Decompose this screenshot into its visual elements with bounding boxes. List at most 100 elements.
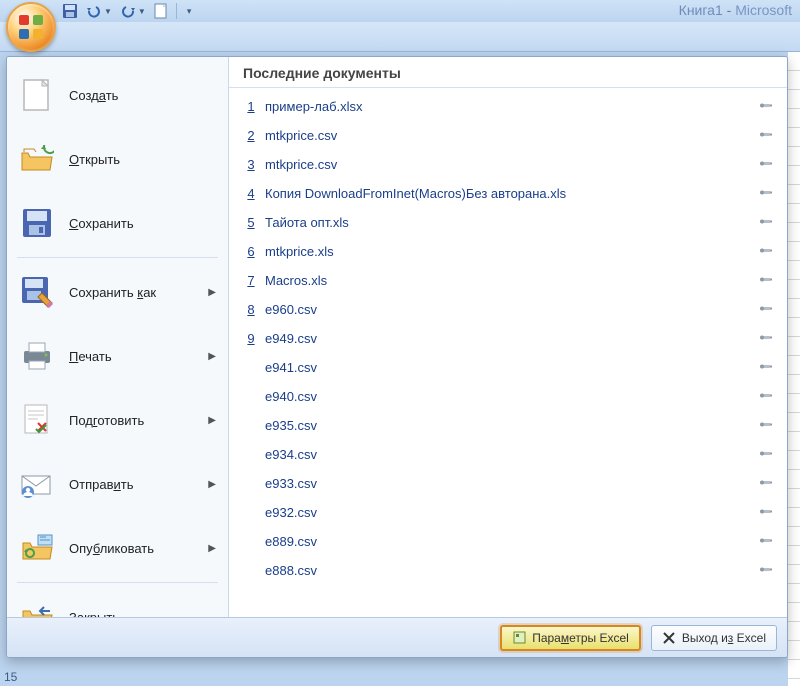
window-title: Книга1 - Microsoft: [679, 2, 792, 18]
pin-icon: [759, 475, 773, 492]
menu-item-print[interactable]: Печать▶: [11, 324, 224, 388]
recent-document-item[interactable]: e933.csv: [239, 469, 779, 498]
recent-document-name: e888.csv: [265, 563, 757, 578]
recent-document-item[interactable]: 1пример-лаб.xlsx: [239, 92, 779, 121]
exit-excel-button[interactable]: Выход из Excel: [651, 625, 777, 651]
recent-document-item[interactable]: 5 Тайота опт.xls: [239, 208, 779, 237]
menu-item-save[interactable]: Сохранить: [11, 191, 224, 255]
pin-button[interactable]: [757, 127, 775, 145]
pin-icon: [759, 156, 773, 173]
recent-document-index: 5: [243, 215, 259, 230]
pin-icon: [759, 417, 773, 434]
recent-document-item[interactable]: e932.csv: [239, 498, 779, 527]
recent-document-item[interactable]: e934.csv: [239, 440, 779, 469]
recent-document-name: e932.csv: [265, 505, 757, 520]
pin-button[interactable]: [757, 185, 775, 203]
recent-document-name: e935.csv: [265, 418, 757, 433]
saveas-icon: [19, 274, 55, 310]
submenu-arrow-icon: ▶: [208, 415, 216, 426]
recent-document-name: e933.csv: [265, 476, 757, 491]
recent-document-item[interactable]: e940.csv: [239, 382, 779, 411]
recent-document-item[interactable]: e941.csv: [239, 353, 779, 382]
qat-save-button[interactable]: [62, 2, 78, 20]
qat-separator: [176, 3, 177, 19]
recent-document-name: e949.csv: [265, 331, 757, 346]
pin-button[interactable]: [757, 446, 775, 464]
redo-icon: [120, 4, 136, 18]
recent-document-item[interactable]: 9e949.csv: [239, 324, 779, 353]
row-number-label: 15: [4, 670, 17, 684]
app-name: Microsoft: [735, 2, 792, 18]
recent-document-item[interactable]: 4 Копия DownloadFromInet(Macros)Без автор…: [239, 179, 779, 208]
pin-button[interactable]: [757, 359, 775, 377]
recent-document-item[interactable]: e935.csv: [239, 411, 779, 440]
save-icon: [62, 3, 78, 19]
pin-icon: [759, 214, 773, 231]
pin-button[interactable]: [757, 504, 775, 522]
recent-document-name: пример-лаб.xlsx: [265, 99, 757, 114]
recent-document-name: e889.csv: [265, 534, 757, 549]
pin-button[interactable]: [757, 330, 775, 348]
pin-button[interactable]: [757, 388, 775, 406]
recent-document-name: Копия DownloadFromInet(Macros)Без автора…: [265, 186, 757, 201]
menu-item-publish[interactable]: Опубликовать▶: [11, 516, 224, 580]
recent-document-name: e934.csv: [265, 447, 757, 462]
submenu-arrow-icon: ▶: [208, 287, 216, 298]
recent-document-item[interactable]: 7Macros.xls: [239, 266, 779, 295]
close-icon: [19, 599, 55, 617]
menu-item-open[interactable]: Открыть: [11, 127, 224, 191]
recent-document-index: 8: [243, 302, 259, 317]
pin-icon: [759, 533, 773, 550]
recent-documents-list: 1пример-лаб.xlsx2mtkprice.csv3mtkprice.c…: [229, 88, 787, 617]
qat-customize-button[interactable]: ▾: [185, 2, 192, 20]
recent-document-name: e941.csv: [265, 360, 757, 375]
recent-document-item[interactable]: 8e960.csv: [239, 295, 779, 324]
qat-undo-button[interactable]: ▼: [86, 2, 112, 20]
recent-document-item[interactable]: 2mtkprice.csv: [239, 121, 779, 150]
menu-item-prepare[interactable]: Подготовить ▶: [11, 388, 224, 452]
menu-item-close[interactable]: Закрыть: [11, 585, 224, 617]
publish-icon: [19, 530, 55, 566]
titlebar: ▼ ▼ ▾ Книга1 - Microsoft: [0, 0, 800, 22]
recent-document-item[interactable]: e889.csv: [239, 527, 779, 556]
pin-button[interactable]: [757, 533, 775, 551]
pin-button[interactable]: [757, 301, 775, 319]
pin-button[interactable]: [757, 156, 775, 174]
pin-button[interactable]: [757, 272, 775, 290]
pin-button[interactable]: [757, 417, 775, 435]
pin-icon: [759, 243, 773, 260]
recent-document-name: Тайота опт.xls: [265, 215, 757, 230]
spreadsheet-grid-background: [788, 52, 800, 686]
recent-document-index: 4: [243, 186, 259, 201]
dropdown-caret-icon[interactable]: ▼: [138, 7, 146, 16]
recent-document-index: 6: [243, 244, 259, 259]
pin-button[interactable]: [757, 214, 775, 232]
pin-icon: [759, 330, 773, 347]
pin-button[interactable]: [757, 475, 775, 493]
menu-item-label: Закрыть: [69, 610, 119, 618]
new-icon: [19, 77, 55, 113]
pin-button[interactable]: [757, 98, 775, 116]
menu-divider: [17, 582, 218, 583]
qat-new-button[interactable]: [154, 2, 168, 20]
office-button[interactable]: [6, 2, 56, 52]
recent-document-index: 3: [243, 157, 259, 172]
pin-button[interactable]: [757, 243, 775, 261]
qat-redo-button[interactable]: ▼: [120, 2, 146, 20]
menu-item-send[interactable]: Отправить▶: [11, 452, 224, 516]
office-menu-commands: СоздатьОткрытьСохранитьСохранить как▶Печ…: [7, 57, 229, 617]
menu-item-new[interactable]: Создать: [11, 63, 224, 127]
recent-document-item[interactable]: e888.csv: [239, 556, 779, 585]
submenu-arrow-icon: ▶: [208, 543, 216, 554]
menu-item-saveas[interactable]: Сохранить как▶: [11, 260, 224, 324]
recent-document-item[interactable]: 3mtkprice.csv: [239, 150, 779, 179]
dropdown-caret-icon[interactable]: ▼: [104, 7, 112, 16]
menu-item-label: Подготовить: [69, 413, 144, 428]
recent-documents-header: Последние документы: [229, 57, 787, 88]
recent-document-name: Macros.xls: [265, 273, 757, 288]
recent-document-item[interactable]: 6mtkprice.xls: [239, 237, 779, 266]
pin-button[interactable]: [757, 562, 775, 580]
submenu-arrow-icon: ▶: [208, 479, 216, 490]
office-menu-recent-panel: Последние документы 1пример-лаб.xlsx2mtk…: [229, 57, 787, 617]
excel-options-button[interactable]: Параметры Excel: [500, 625, 641, 651]
